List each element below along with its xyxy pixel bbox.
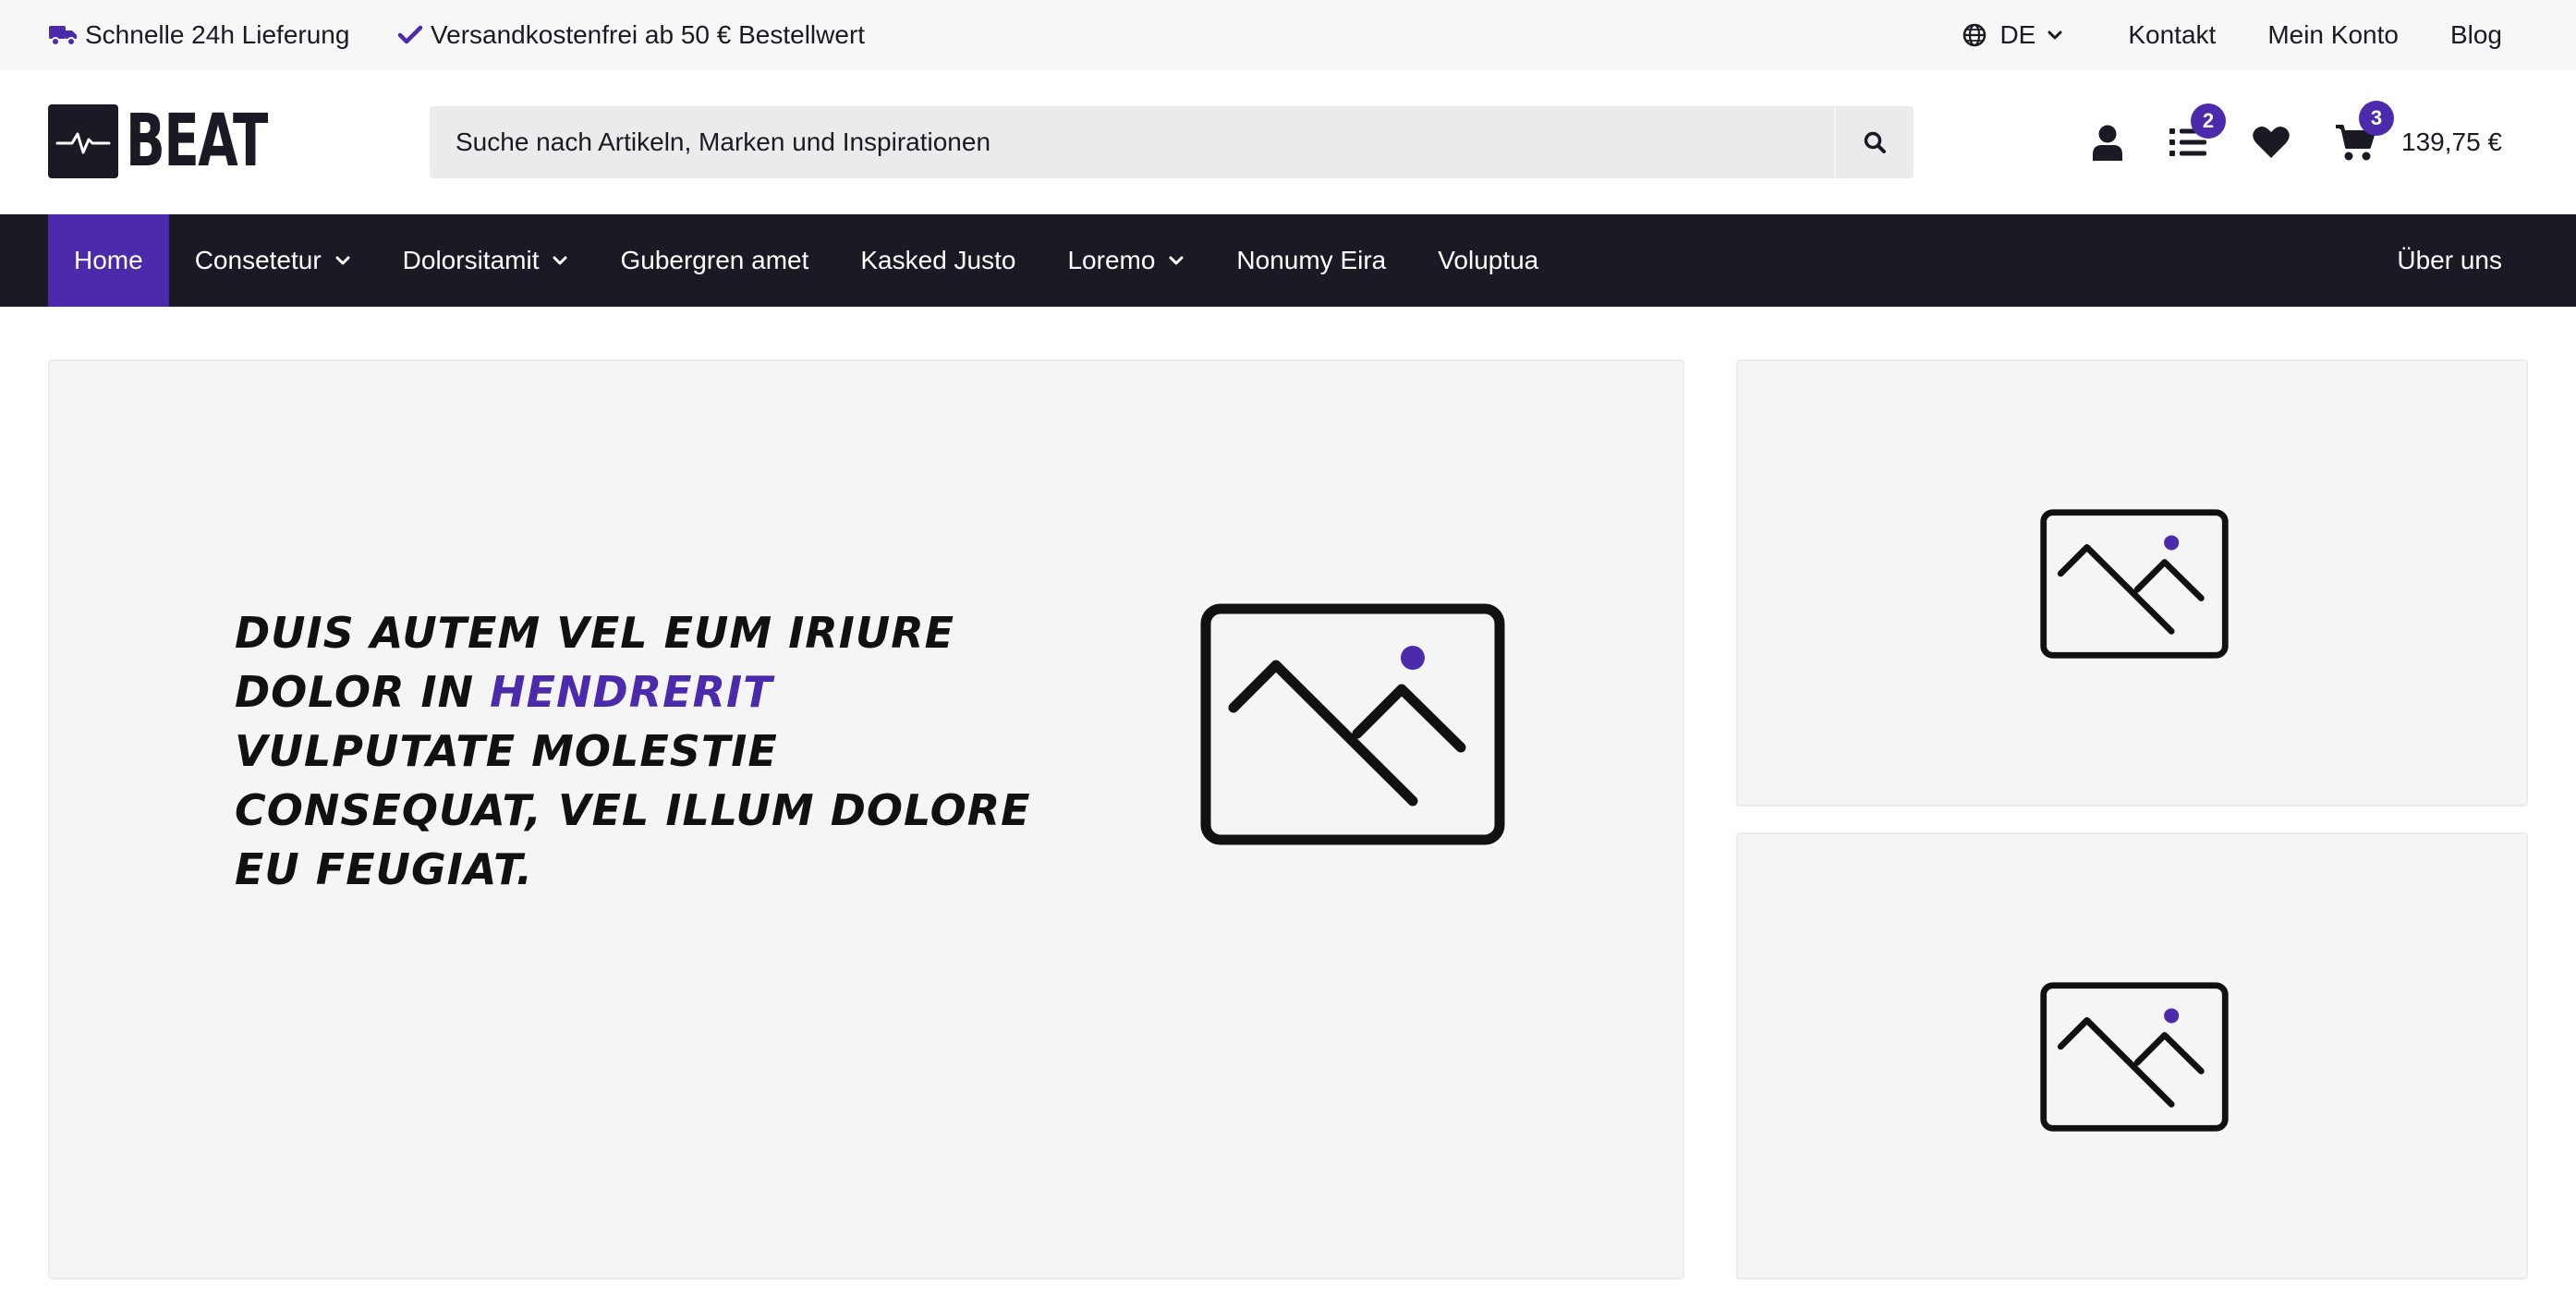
search-icon (1864, 131, 1886, 153)
nav-item-voluptua[interactable]: Voluptua (1412, 214, 1564, 307)
search-input[interactable] (430, 106, 1834, 178)
nav-item-label: Kasked Justo (860, 246, 1016, 274)
chevron-down-icon (335, 256, 350, 265)
image-placeholder-icon (2040, 509, 2229, 663)
account-button[interactable] (2091, 124, 2124, 161)
truck-icon (49, 26, 77, 46)
cart-total[interactable]: 139,75 € (2401, 127, 2502, 157)
search-button[interactable] (1834, 106, 1914, 178)
nav-item-label: Nonumy Eira (1236, 246, 1387, 274)
nav-item-label: Loremo (1067, 246, 1156, 274)
header-actions: 2 3 139,75 € (2047, 101, 2502, 178)
user-icon (2093, 125, 2122, 161)
list-button[interactable]: 2 (2169, 103, 2226, 159)
nav-item-dolorsitamit[interactable]: Dolorsitamit (377, 214, 595, 307)
nav-item-home[interactable]: Home (48, 214, 169, 307)
language-label: DE (1999, 20, 2036, 49)
nav-item-label: Voluptua (1438, 246, 1539, 274)
side-banner-top[interactable] (1736, 359, 2528, 807)
my-account-link[interactable]: Mein Konto (2267, 20, 2399, 50)
image-placeholder-icon (2040, 982, 2229, 1136)
chevron-down-icon (553, 256, 567, 265)
nav-item-gubergren-amet[interactable]: Gubergren amet (594, 214, 834, 307)
pulse-logo-icon (48, 104, 118, 178)
usp-shipping-label: Versandkostenfrei ab 50 € Bestellwert (431, 20, 866, 49)
logo[interactable]: BEAT (48, 104, 322, 178)
usp-delivery-label: Schnelle 24h Lieferung (85, 20, 350, 49)
side-banner-bottom[interactable] (1736, 832, 2528, 1280)
hero-text-highlight: hendrerit (490, 667, 773, 717)
top-bar: Schnelle 24h Lieferung Versandkostenfrei… (0, 0, 2576, 70)
wishlist-button[interactable] (2252, 125, 2290, 160)
heart-icon (2253, 127, 2290, 158)
cart-badge: 3 (2359, 101, 2394, 136)
hero-text-after: vulputate molestie consequat, vel illum … (235, 726, 1031, 894)
nav-item-consetetur[interactable]: Consetetur (169, 214, 377, 307)
main-navigation: Home Consetetur Dolorsitamit Gubergren a… (0, 214, 2576, 307)
nav-item-label: Gubergren amet (620, 246, 809, 274)
header: BEAT 2 (0, 70, 2576, 214)
chevron-down-icon (1169, 256, 1184, 265)
hero-banner[interactable]: Duis autem vel eum iriure dolor in hendr… (48, 359, 1684, 1280)
top-links: DE Kontakt Mein Konto Blog (1962, 0, 2502, 70)
logo-text: BEAT (126, 100, 268, 183)
chevron-down-icon (2047, 30, 2062, 40)
check-icon (397, 25, 423, 44)
list-badge: 2 (2191, 103, 2226, 139)
blog-link[interactable]: Blog (2450, 20, 2502, 50)
nav-item-label: Consetetur (194, 246, 322, 274)
nav-item-about[interactable]: Über uns (2397, 214, 2502, 307)
hero-headline: Duis autem vel eum iriure dolor in hendr… (235, 603, 1066, 899)
usp-delivery: Schnelle 24h Lieferung (48, 0, 349, 70)
language-selector[interactable]: DE (1962, 20, 2076, 50)
nav-item-nonumy-eira[interactable]: Nonumy Eira (1210, 214, 1412, 307)
nav-item-label: Home (74, 246, 143, 274)
nav-item-loremo[interactable]: Loremo (1041, 214, 1210, 307)
search-bar (430, 106, 1914, 178)
nav-item-label: Dolorsitamit (402, 246, 540, 274)
nav-item-kasked-justo[interactable]: Kasked Justo (834, 214, 1041, 307)
cart-button[interactable]: 3 (2335, 101, 2394, 162)
image-placeholder-icon (1200, 603, 1505, 850)
globe-icon (1963, 23, 1987, 47)
usp-shipping: Versandkostenfrei ab 50 € Bestellwert (397, 0, 865, 70)
contact-link[interactable]: Kontakt (2128, 20, 2216, 50)
